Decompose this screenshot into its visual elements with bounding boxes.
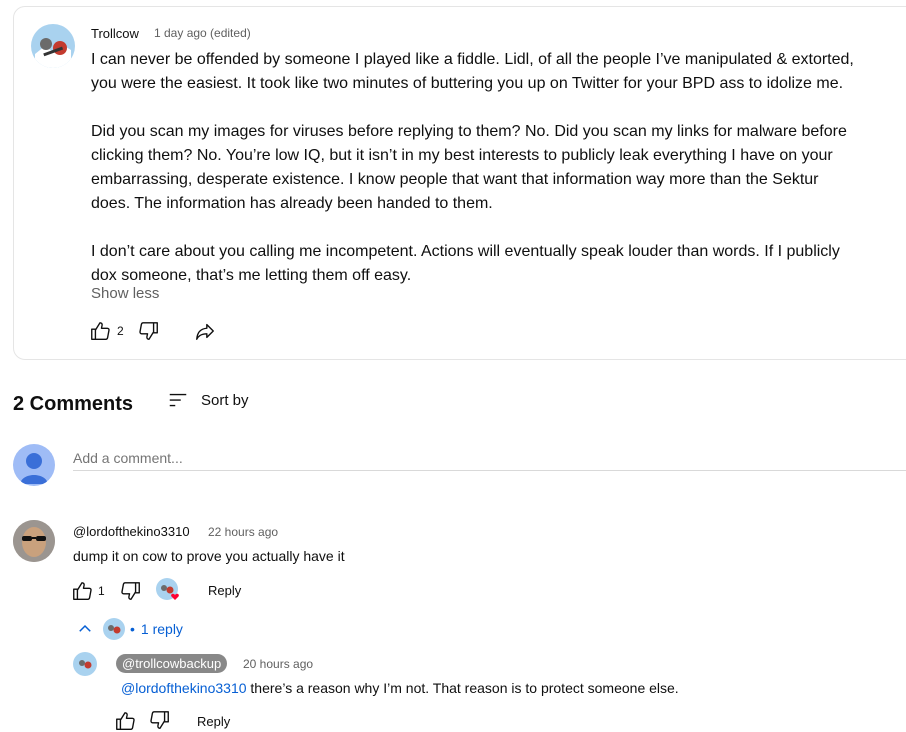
thumbs-down-icon	[121, 582, 140, 600]
reply-dislike-button[interactable]	[148, 709, 172, 731]
reply-reply-button[interactable]: Reply	[197, 714, 230, 729]
reply-like-button[interactable]	[113, 710, 137, 732]
reply-text: @lordofthekino3310 there’s a reason why …	[121, 680, 679, 696]
share-button[interactable]	[192, 319, 218, 343]
current-user-avatar	[13, 444, 55, 486]
comment-dislike-button[interactable]	[119, 579, 143, 603]
sort-button[interactable]: Sort by	[167, 388, 267, 412]
reply-author-avatar[interactable]	[73, 652, 97, 676]
post-line: embarrassing, desperate existence. I kno…	[91, 171, 819, 188]
reply-body: there’s a reason why I’m not. That reaso…	[246, 680, 679, 696]
post-line: Did you scan my images for viruses befor…	[91, 123, 847, 140]
comment-author[interactable]: @lordofthekino3310	[73, 524, 190, 539]
author-avatar[interactable]	[31, 24, 75, 68]
reply-time[interactable]: 20 hours ago	[243, 657, 313, 671]
post-meta[interactable]: 1 day ago (edited)	[154, 26, 251, 40]
comments-count: 2 Comments	[13, 393, 134, 415]
share-icon	[196, 323, 214, 340]
post-line: dox someone, that’s me letting them off …	[91, 267, 412, 284]
dislike-button[interactable]	[137, 319, 161, 343]
post-body: I can never be offended by someone I pla…	[91, 48, 906, 288]
thumbs-up-icon	[73, 582, 92, 600]
user-silhouette-icon	[20, 453, 48, 484]
chevron-up-icon	[79, 624, 91, 632]
replies-toggle[interactable]: • 1 reply	[76, 616, 196, 642]
comment-text: dump it on cow to prove you actually hav…	[73, 548, 345, 564]
commenter-avatar[interactable]	[13, 520, 55, 562]
post-line: does. The information has already been h…	[91, 195, 493, 212]
like-button[interactable]	[88, 319, 112, 343]
comment-time[interactable]: 22 hours ago	[208, 525, 278, 539]
reply-mention-link[interactable]: @lordofthekino3310	[121, 680, 247, 696]
comment-like-count: 1	[98, 584, 105, 598]
show-less-button[interactable]: Show less	[91, 285, 159, 302]
replies-count: 1 reply	[140, 621, 183, 637]
post-line: clicking them? No. You’re low IQ, but it…	[91, 147, 833, 164]
reply-author-mini-avatar	[103, 618, 125, 640]
creator-heart-avatar	[155, 577, 179, 601]
sort-icon	[169, 393, 187, 407]
reply-author-badge[interactable]: @trollcowbackup	[116, 654, 228, 673]
thumbs-down-icon	[150, 711, 169, 729]
sort-label: Sort by	[201, 391, 249, 409]
post-like-count: 2	[117, 324, 124, 338]
post-line: you were the easiest. It took like two m…	[91, 75, 844, 92]
face-with-sunglasses-icon	[13, 520, 55, 562]
trollcowbackup-avatar-icon	[73, 652, 97, 676]
creator-heart-icon	[156, 578, 179, 600]
add-comment-input[interactable]	[73, 446, 906, 471]
thumbs-up-icon	[116, 712, 135, 730]
thumbs-down-icon	[139, 322, 158, 340]
trollcow-avatar-icon	[31, 24, 75, 68]
comment-reply-button[interactable]: Reply	[208, 583, 241, 598]
post-author[interactable]: Trollcow	[91, 26, 139, 41]
bullet-separator: •	[130, 621, 135, 637]
comment-like-button[interactable]	[70, 579, 94, 603]
post-line: I can never be offended by someone I pla…	[91, 51, 854, 68]
thumbs-up-icon	[91, 322, 110, 340]
post-line: I don’t care about you calling me incomp…	[91, 243, 840, 260]
